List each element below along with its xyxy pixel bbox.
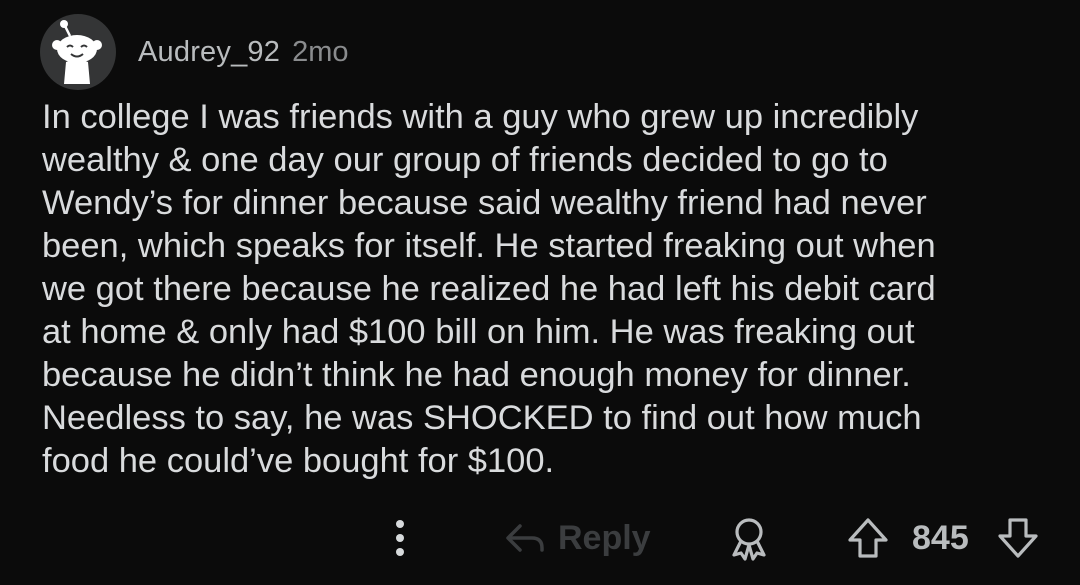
more-vertical-icon (396, 520, 404, 556)
reply-label: Reply (558, 518, 651, 557)
reply-button[interactable]: Reply (504, 512, 651, 564)
upvote-arrow-icon (848, 518, 888, 558)
username[interactable]: Audrey_92 (138, 36, 280, 69)
comment-header: Audrey_92 2mo (40, 14, 349, 90)
timestamp: 2mo (292, 35, 349, 68)
award-button[interactable] (726, 512, 772, 564)
vote-score: 845 (912, 518, 969, 557)
comment-card: Audrey_92 2mo In college I was friends w… (0, 0, 1080, 585)
comment-actions: Reply 845 (380, 512, 1040, 564)
upvote-button[interactable] (846, 512, 890, 564)
user-avatar[interactable] (40, 14, 116, 90)
award-icon (732, 518, 766, 561)
downvote-button[interactable] (996, 512, 1040, 564)
reply-arrow-icon (506, 524, 544, 552)
comment-body: In college I was friends with a guy who … (42, 98, 936, 480)
more-options-button[interactable] (390, 512, 410, 564)
downvote-arrow-icon (998, 518, 1038, 558)
snoo-avatar-icon (52, 20, 102, 84)
